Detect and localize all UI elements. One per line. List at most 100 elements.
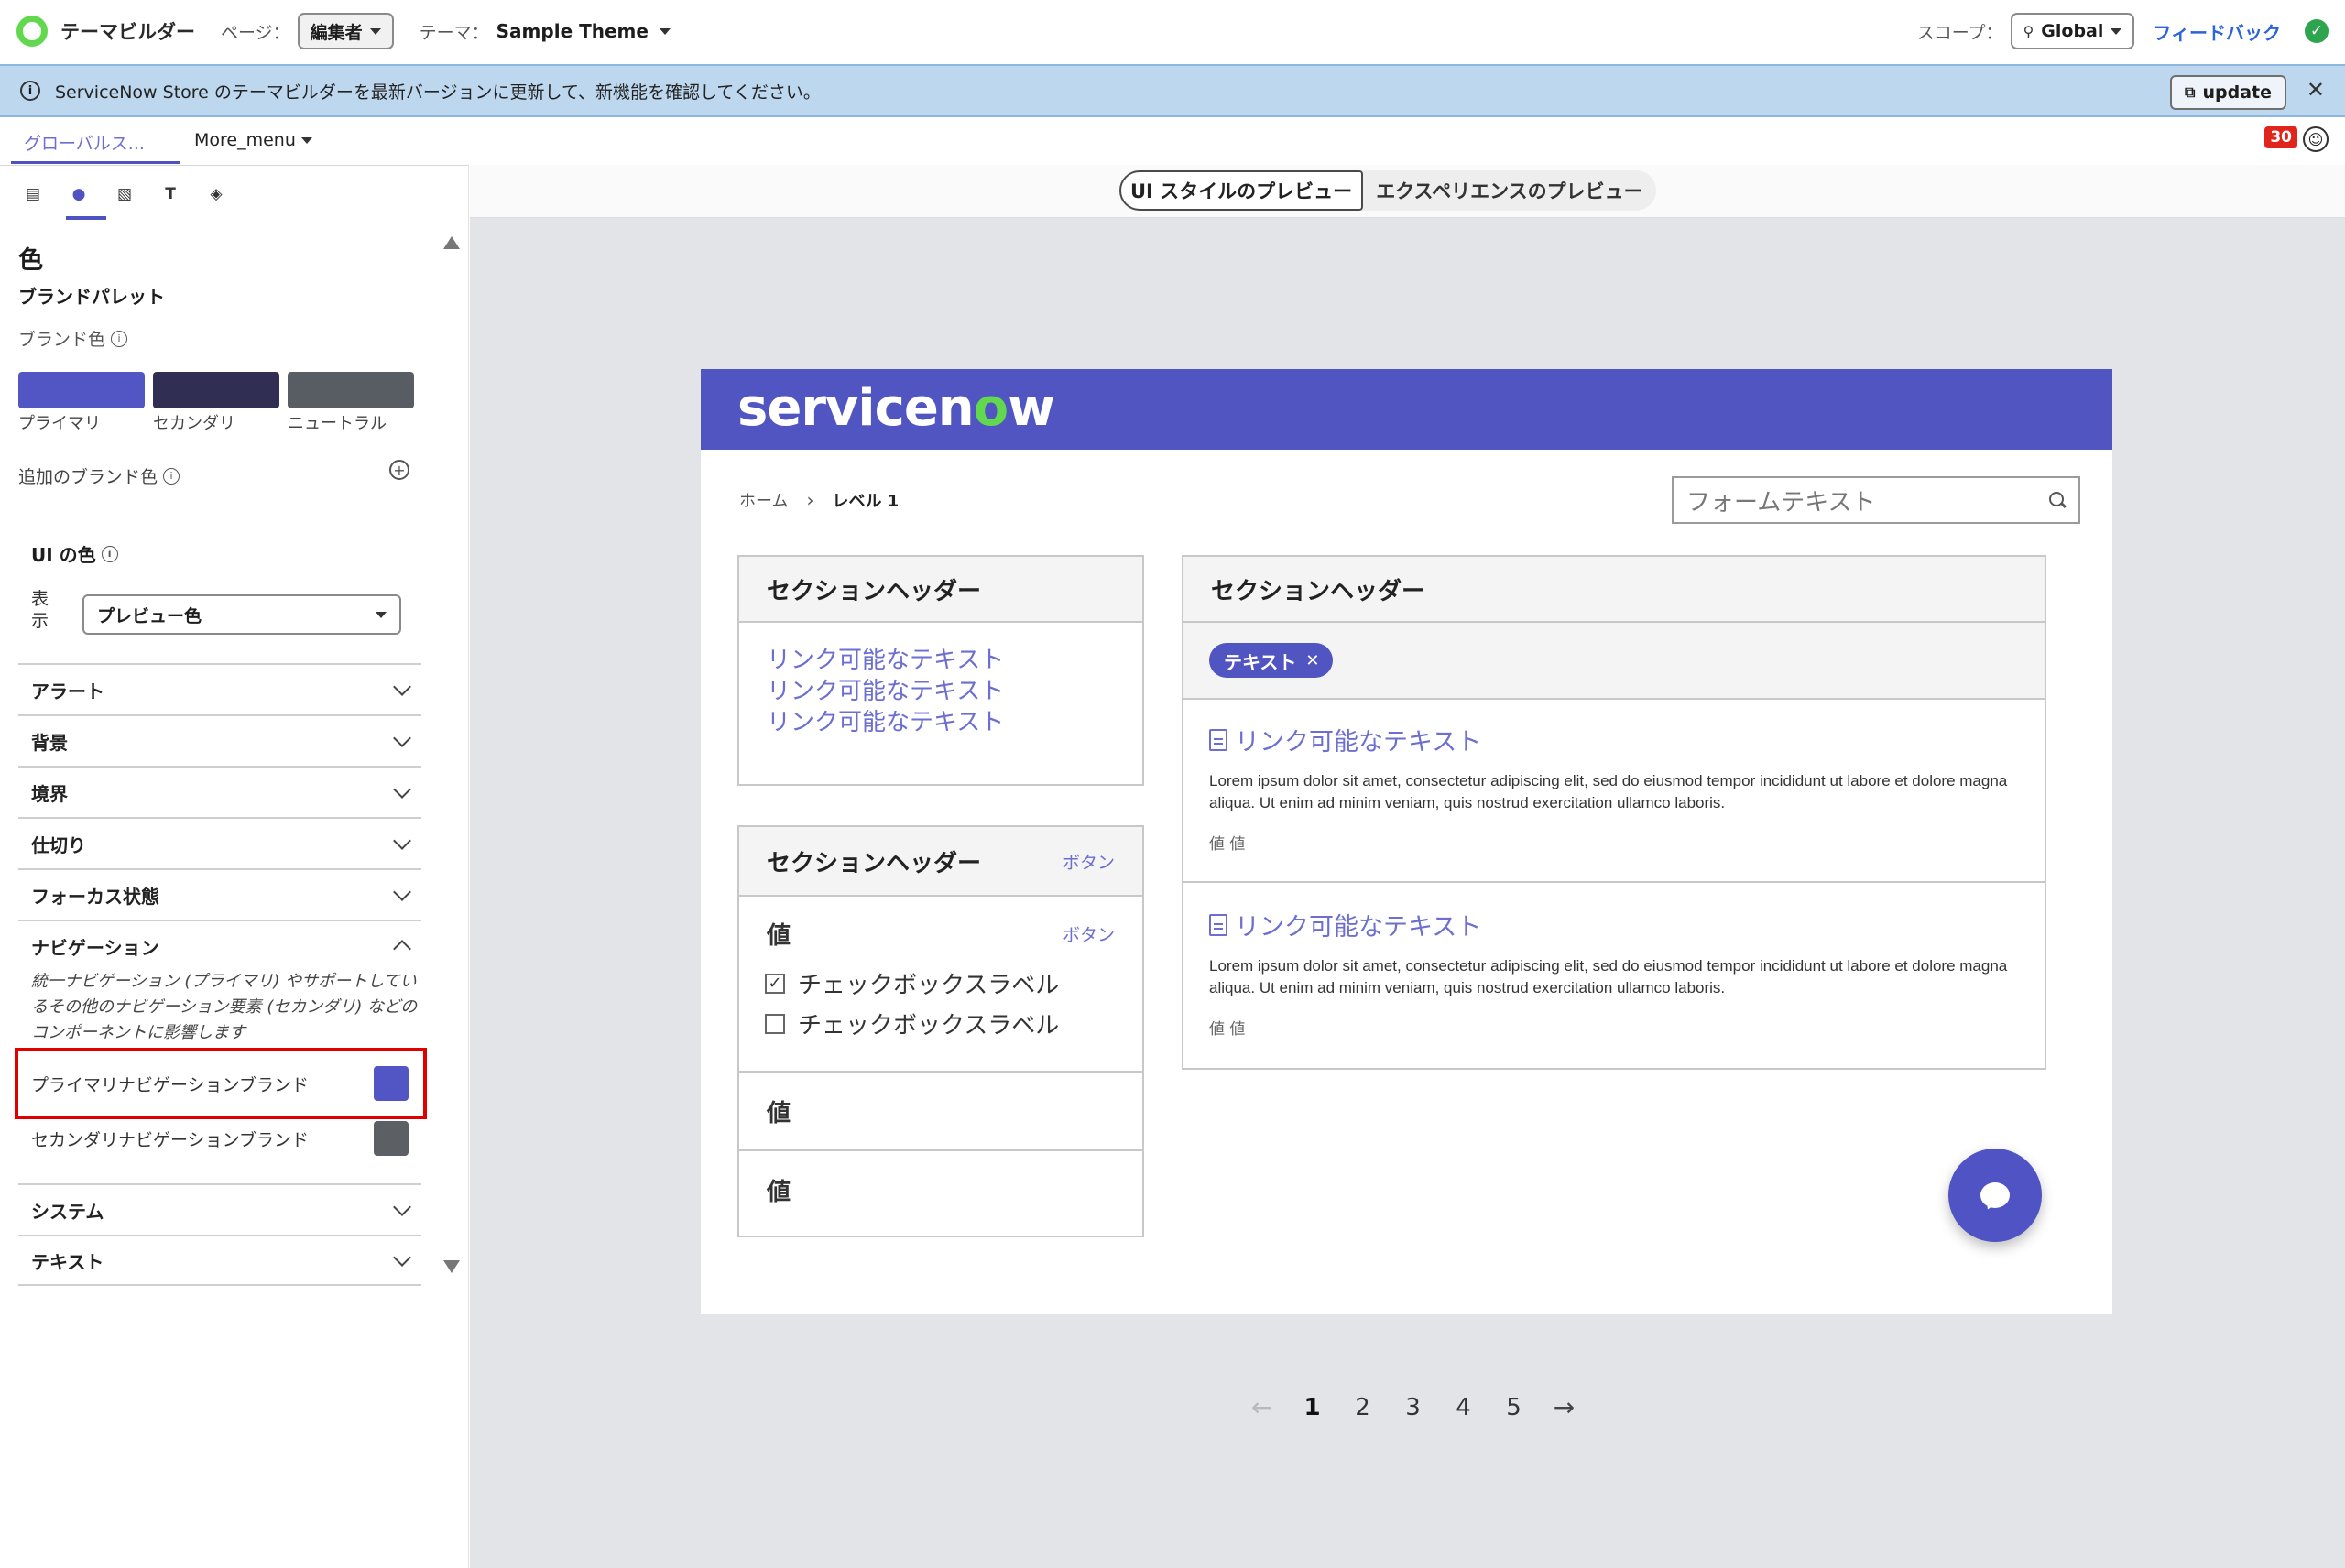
item-body: Lorem ipsum dolor sit amet, consectetur … (1209, 772, 2008, 811)
accordion-label: 境界 (31, 782, 68, 805)
linkable-text[interactable]: リンク可能なテキスト (767, 676, 1004, 707)
arrow-left-icon[interactable]: ← (1237, 1392, 1287, 1422)
accordion-label: システム (31, 1200, 104, 1223)
preview-mode-toggle: UI スタイルのプレビュー エクスペリエンスのプレビュー (1119, 170, 1656, 211)
neutral-swatch[interactable] (288, 372, 414, 408)
color-icon[interactable]: ● (70, 185, 88, 203)
page-5[interactable]: 5 (1489, 1394, 1539, 1421)
image-icon[interactable]: ▧ (115, 185, 134, 203)
chevron-down-icon (2110, 27, 2122, 35)
checkbox-row[interactable]: ✓ チェックボックスラベル (765, 966, 1059, 1000)
tabs-row: グローバルス... More_menu 30 ☺ (0, 119, 2345, 165)
scope-icon: ⚲ (2023, 22, 2034, 40)
scope-dropdown[interactable]: ⚲ Global (2010, 13, 2135, 49)
value-button[interactable]: ボタン (1063, 921, 1115, 946)
accordion-focus-state[interactable]: フォーカス状態 (18, 868, 421, 920)
accordion-label: 背景 (31, 731, 68, 754)
arrow-right-icon[interactable]: → (1539, 1392, 1589, 1422)
ui-style-preview-button[interactable]: UI スタイルのプレビュー (1119, 170, 1364, 211)
secondary-nav-brand-row[interactable]: セカンダリナビゲーションブランド (18, 1108, 421, 1169)
additional-brand-label-text: 追加のブランド色 (18, 467, 158, 487)
info-icon[interactable]: i (101, 545, 118, 562)
accordion-label: 仕切り (31, 833, 86, 856)
item-title[interactable]: リンク可能なテキスト (1235, 722, 1481, 757)
page-dropdown[interactable]: 編集者 (297, 13, 394, 49)
update-button[interactable]: ⧉ update (2170, 75, 2286, 110)
tab-more-menu-label: More_menu (194, 130, 296, 150)
item-title-row[interactable]: リンク可能なテキスト (1209, 722, 2019, 757)
page-label: ページ： (221, 22, 290, 43)
item-title-row[interactable]: リンク可能なテキスト (1209, 907, 2019, 942)
chat-button[interactable] (1948, 1149, 2042, 1242)
accordion-label: テキスト (31, 1250, 104, 1273)
page-3[interactable]: 3 (1388, 1394, 1438, 1421)
document-icon (1209, 728, 1227, 751)
info-icon[interactable]: i (111, 330, 128, 347)
linkable-text[interactable]: リンク可能なテキスト (767, 707, 1004, 738)
close-icon[interactable]: ✕ (2307, 77, 2325, 103)
brand-palette-title: ブランドパレット (18, 286, 165, 308)
accordion-label: ナビゲーション (31, 936, 159, 959)
top-right-controls: スコープ： ⚲ Global フィードバック ✓ (1917, 0, 2329, 62)
pagination: ← 1 2 3 4 5 → (1237, 1392, 1589, 1422)
additional-brand-label: 追加のブランド色 i (18, 463, 180, 488)
page-1[interactable]: 1 (1287, 1394, 1337, 1421)
header-button[interactable]: ボタン (1063, 849, 1115, 874)
preview-header: servicenow (701, 369, 2112, 450)
primary-swatch[interactable] (18, 372, 145, 408)
layout-icon[interactable]: ▤ (24, 185, 42, 203)
accessibility-icon[interactable]: ☺ (2303, 126, 2329, 152)
panel-icon-tabs: ▤ ● ▧ T ◈ (24, 185, 225, 203)
accordion-navigation[interactable]: ナビゲーション (18, 920, 421, 971)
search-icon[interactable] (2049, 492, 2066, 508)
chevron-down-icon (300, 136, 312, 144)
card-title: セクションヘッダー (1211, 577, 1426, 605)
page-dropdown-value: 編集者 (310, 22, 363, 43)
chevron-down-icon (393, 678, 411, 696)
divider (0, 165, 469, 166)
secondary-nav-brand-label: セカンダリナビゲーションブランド (31, 1129, 310, 1150)
item-title[interactable]: リンク可能なテキスト (1235, 907, 1481, 942)
checkbox-row[interactable]: チェックボックスラベル (765, 1007, 1059, 1040)
list-item: リンク可能なテキスト Lorem ipsum dolor sit amet, c… (1183, 722, 2045, 854)
linkable-text[interactable]: リンク可能なテキスト (767, 645, 1004, 676)
accordion-text[interactable]: テキスト (18, 1235, 421, 1286)
ui-color-title: UI の色 i (31, 540, 118, 567)
accordion-background[interactable]: 背景 (18, 714, 421, 766)
chevron-down-icon (393, 780, 411, 799)
feedback-link[interactable]: フィードバック (2153, 18, 2281, 45)
search-input[interactable]: フォームテキスト (1672, 476, 2080, 524)
shape-icon[interactable]: ◈ (207, 185, 225, 203)
chevron-down-icon (393, 729, 411, 747)
close-icon[interactable]: ✕ (1305, 651, 1319, 670)
accordion-border[interactable]: 境界 (18, 766, 421, 817)
card-header: セクションヘッダー (739, 557, 1142, 623)
tab-more-menu[interactable]: More_menu (194, 130, 312, 150)
experience-preview-button[interactable]: エクスペリエンスのプレビュー (1363, 170, 1655, 211)
accordion-label: アラート (31, 680, 104, 702)
add-brand-color-icon[interactable]: + (389, 460, 409, 480)
tab-global[interactable]: グローバルス... (24, 130, 145, 155)
card-header: セクションヘッダー ボタン (739, 827, 1142, 897)
scope-label: スコープ： (1916, 22, 2003, 43)
secondary-nav-brand-swatch[interactable] (374, 1121, 409, 1156)
checkbox-checked[interactable]: ✓ (765, 973, 785, 994)
theme-dropdown[interactable]: Sample Theme (496, 20, 671, 42)
page-2[interactable]: 2 (1337, 1394, 1388, 1421)
typography-icon[interactable]: T (161, 185, 180, 203)
checkbox-unchecked[interactable] (765, 1013, 785, 1034)
scroll-down-icon[interactable] (443, 1260, 460, 1273)
show-select[interactable]: プレビュー色 (82, 594, 401, 635)
accordion-system[interactable]: システム (18, 1183, 421, 1235)
info-icon[interactable]: i (163, 467, 180, 485)
scroll-up-icon[interactable] (443, 236, 460, 249)
notification-badge[interactable]: 30 (2264, 126, 2297, 148)
accordion-divider[interactable]: 仕切り (18, 817, 421, 868)
list-item: リンク可能なテキスト Lorem ipsum dolor sit amet, c… (1183, 907, 2045, 1039)
secondary-swatch[interactable] (153, 372, 279, 408)
filter-chip[interactable]: テキスト ✕ (1209, 643, 1333, 678)
accordion-alert[interactable]: アラート (18, 663, 421, 714)
page-4[interactable]: 4 (1438, 1394, 1489, 1421)
breadcrumb-home[interactable]: ホーム (739, 488, 788, 512)
breadcrumb-current: レベル 1 (832, 492, 900, 511)
